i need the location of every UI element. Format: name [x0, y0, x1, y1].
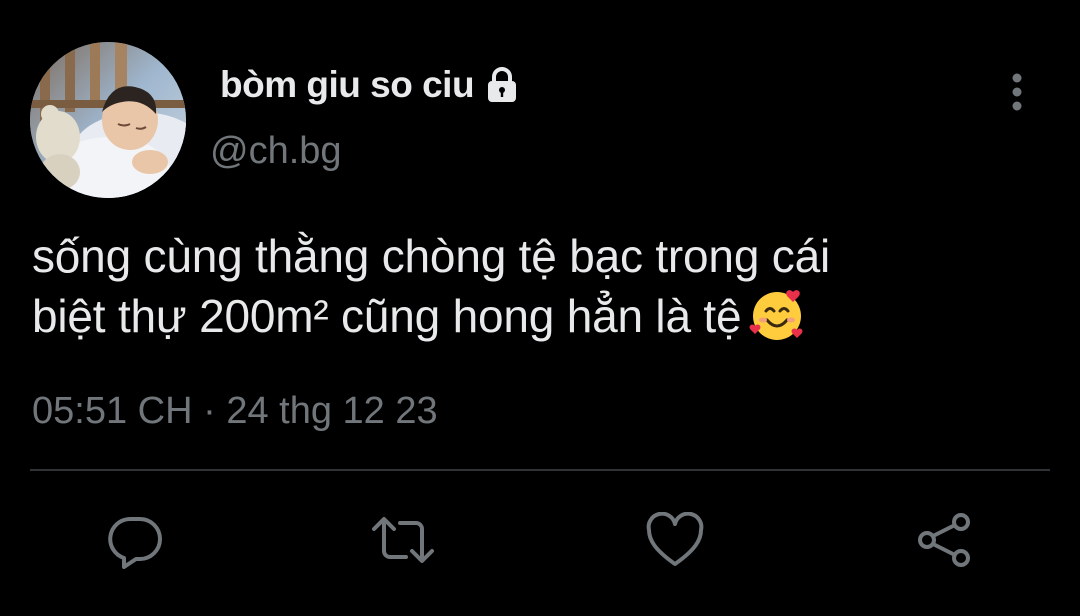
tweet-time: 05:51 CH — [32, 390, 193, 432]
tweet-text-line-2: biệt thự 200m² cũng hong hẳn là tệ — [32, 286, 1042, 346]
display-name[interactable]: bòm giu so ciu — [220, 64, 475, 106]
tweet-detail: bòm giu so ciu @ch.bg sống cùng thằng ch… — [0, 0, 1080, 616]
retweet-icon — [370, 511, 436, 574]
tweet-text-line-2-text: biệt thự 200m² cũng hong hẳn là tệ — [32, 290, 742, 342]
reply-button[interactable] — [105, 512, 165, 572]
timestamp-separator: · — [203, 390, 216, 432]
share-button[interactable] — [915, 512, 975, 572]
like-button[interactable] — [645, 511, 705, 573]
display-name-row: bòm giu so ciu — [220, 60, 522, 110]
avatar[interactable] — [30, 42, 186, 198]
smiling-face-with-hearts-icon — [747, 286, 807, 346]
share-icon — [915, 510, 975, 575]
reply-icon — [106, 511, 164, 574]
tweet-text-line-1: sống cùng thằng chòng tệ bạc trong cái — [32, 230, 830, 282]
tweet-date: 24 thg 12 23 — [226, 390, 438, 432]
retweet-button[interactable] — [370, 511, 436, 574]
more-vertical-icon[interactable] — [1000, 70, 1034, 114]
heart-icon — [645, 511, 705, 573]
tweet-timestamp[interactable]: 05:51 CH · 24 thg 12 23 — [32, 390, 438, 433]
divider — [30, 469, 1050, 471]
user-handle[interactable]: @ch.bg — [210, 130, 342, 173]
lock-icon — [482, 65, 522, 105]
tweet-text: sống cùng thằng chòng tệ bạc trong cái b… — [32, 226, 1042, 346]
